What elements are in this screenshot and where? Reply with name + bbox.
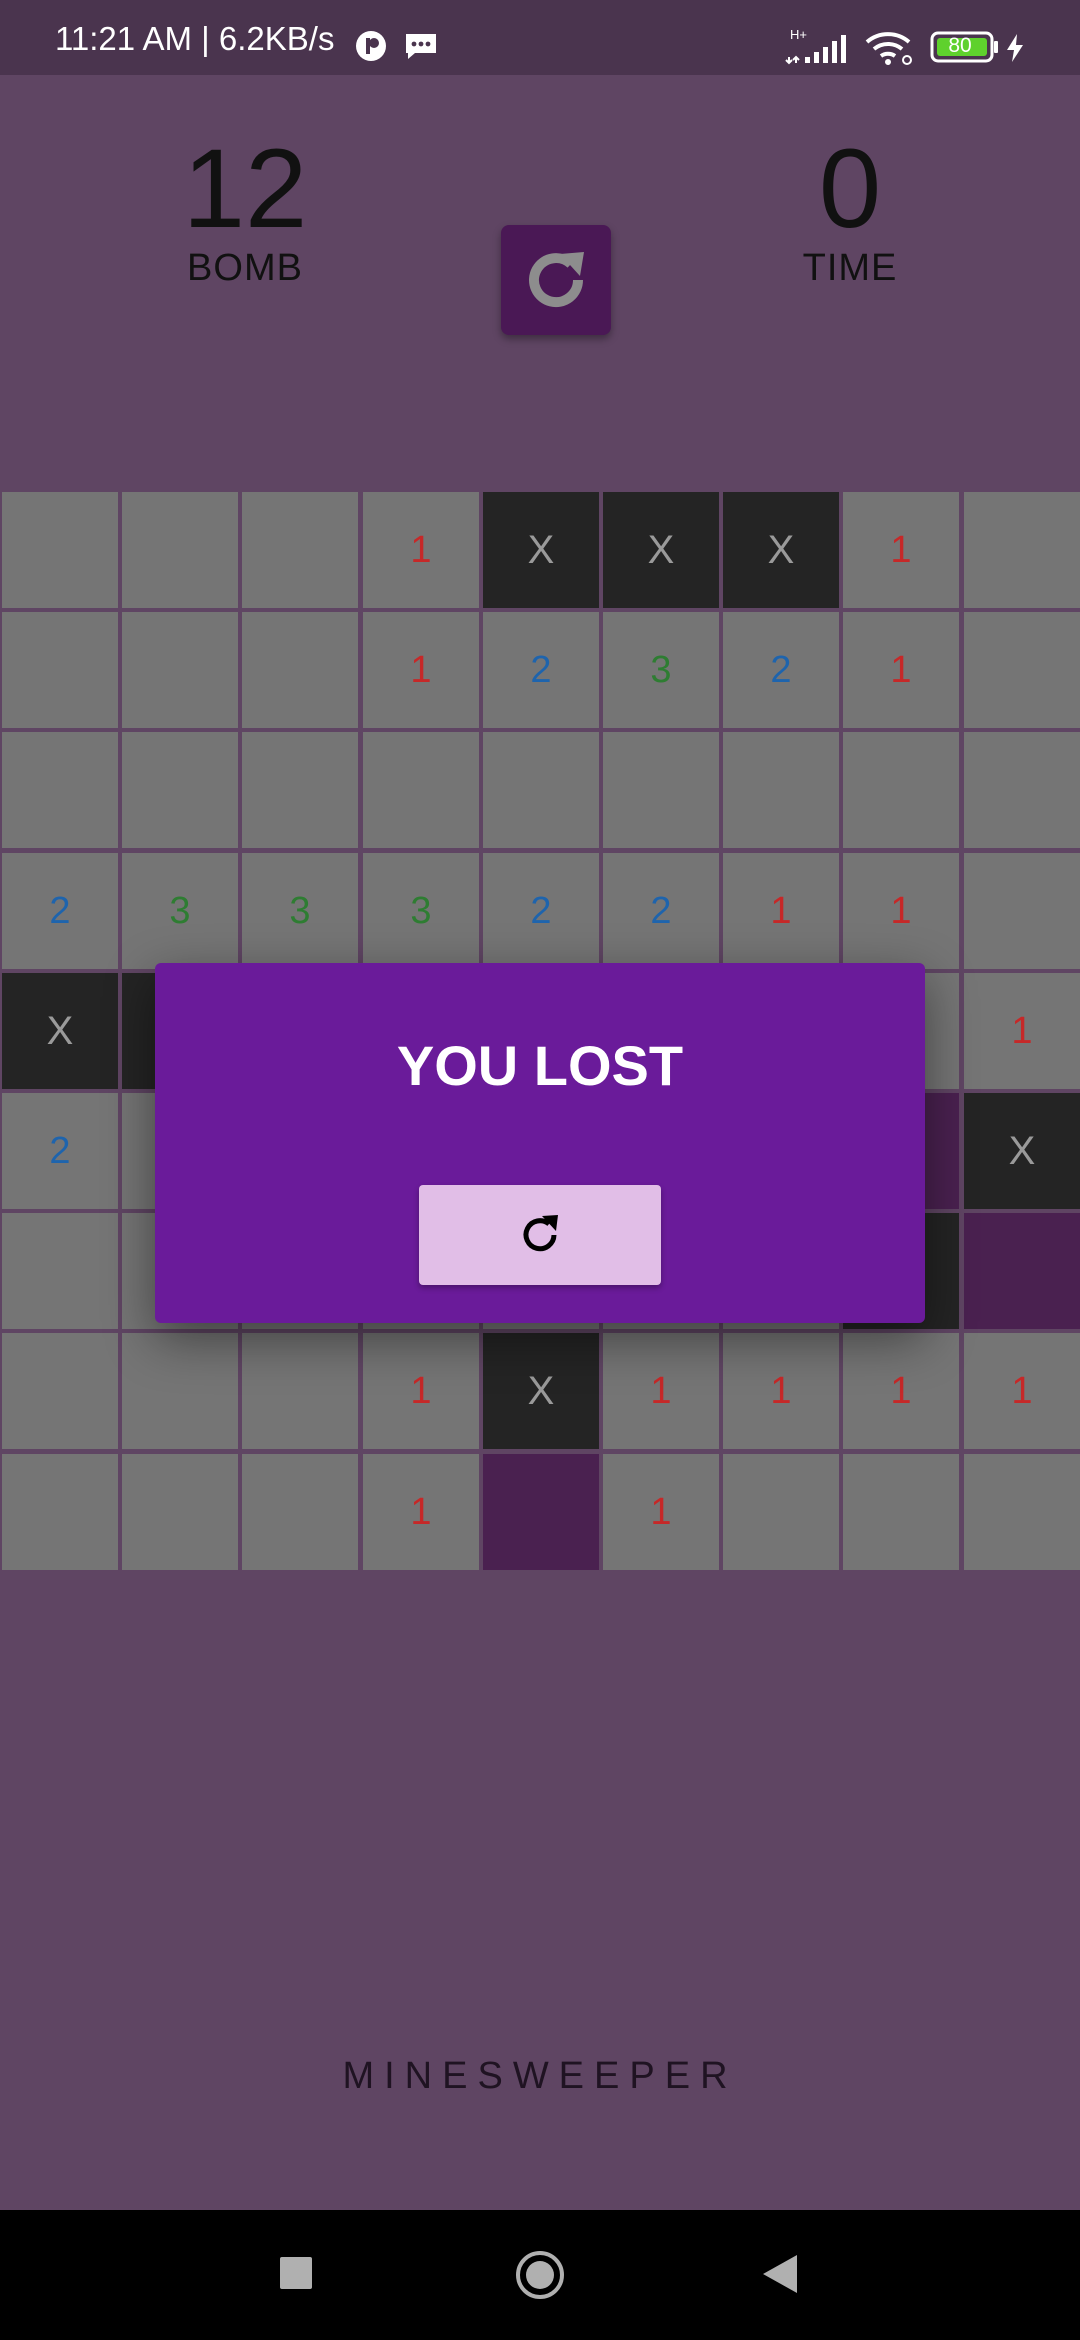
number-cell[interactable]: 1 bbox=[843, 853, 959, 969]
number-cell[interactable]: 1 bbox=[964, 973, 1080, 1089]
mine-cell[interactable]: X bbox=[603, 492, 719, 608]
empty-cell[interactable] bbox=[242, 1333, 358, 1449]
number-cell[interactable]: 3 bbox=[242, 853, 358, 969]
home-circle-icon[interactable] bbox=[515, 2250, 565, 2305]
number-cell[interactable]: 1 bbox=[363, 612, 479, 728]
empty-cell[interactable] bbox=[2, 1213, 118, 1329]
game-over-dialog: YOU LOST bbox=[155, 963, 925, 1323]
bomb-count: 12 bbox=[182, 126, 308, 251]
mine-cell[interactable]: X bbox=[2, 973, 118, 1089]
mine-cell[interactable]: X bbox=[723, 492, 839, 608]
empty-cell[interactable] bbox=[122, 1333, 238, 1449]
number-cell[interactable]: 1 bbox=[843, 1333, 959, 1449]
message-icon bbox=[403, 31, 439, 66]
status-bar: 11:21 AM | 6.2KB/s H+ 80 bbox=[0, 0, 1080, 75]
empty-cell[interactable] bbox=[122, 732, 238, 848]
empty-cell[interactable] bbox=[603, 732, 719, 848]
recents-square-icon[interactable] bbox=[280, 2257, 312, 2294]
number-cell[interactable]: 1 bbox=[363, 1333, 479, 1449]
game-header: 12 BOMB 0 TIME bbox=[0, 75, 1080, 490]
empty-cell[interactable] bbox=[964, 1454, 1080, 1570]
number-cell[interactable]: 1 bbox=[723, 853, 839, 969]
number-cell[interactable]: 2 bbox=[483, 853, 599, 969]
empty-cell[interactable] bbox=[964, 612, 1080, 728]
back-triangle-icon[interactable] bbox=[763, 2255, 797, 2298]
notification-app-icon bbox=[355, 30, 387, 67]
time-value: 0 bbox=[818, 126, 882, 251]
mine-cell[interactable]: X bbox=[483, 1333, 599, 1449]
empty-cell[interactable] bbox=[843, 1454, 959, 1570]
number-cell[interactable]: 1 bbox=[363, 492, 479, 608]
empty-cell[interactable] bbox=[2, 612, 118, 728]
empty-cell[interactable] bbox=[483, 732, 599, 848]
number-cell[interactable]: 2 bbox=[483, 612, 599, 728]
number-cell[interactable]: 3 bbox=[122, 853, 238, 969]
restart-button[interactable] bbox=[419, 1185, 661, 1285]
signal-icon bbox=[785, 33, 851, 70]
empty-cell[interactable] bbox=[122, 492, 238, 608]
empty-cell[interactable] bbox=[242, 1454, 358, 1570]
time-label: TIME bbox=[802, 247, 898, 289]
status-time-speed: 11:21 AM | 6.2KB/s bbox=[55, 20, 335, 57]
bomb-counter: 12 BOMB bbox=[95, 133, 395, 290]
refresh-icon bbox=[529, 252, 584, 308]
wifi-icon bbox=[865, 30, 915, 71]
empty-cell[interactable] bbox=[2, 492, 118, 608]
number-cell[interactable]: 2 bbox=[2, 1093, 118, 1209]
charging-icon bbox=[1005, 33, 1025, 68]
empty-cell[interactable] bbox=[964, 492, 1080, 608]
empty-cell[interactable] bbox=[122, 612, 238, 728]
flagged-cell[interactable] bbox=[964, 1213, 1080, 1329]
battery-level: 80 bbox=[948, 34, 972, 57]
flagged-cell[interactable] bbox=[483, 1454, 599, 1570]
number-cell[interactable]: 1 bbox=[603, 1454, 719, 1570]
empty-cell[interactable] bbox=[2, 1454, 118, 1570]
empty-cell[interactable] bbox=[242, 492, 358, 608]
empty-cell[interactable] bbox=[242, 732, 358, 848]
empty-cell[interactable] bbox=[2, 732, 118, 848]
number-cell[interactable]: 1 bbox=[363, 1454, 479, 1570]
number-cell[interactable]: 1 bbox=[603, 1333, 719, 1449]
bomb-label: BOMB bbox=[187, 247, 303, 289]
empty-cell[interactable] bbox=[242, 612, 358, 728]
empty-cell[interactable] bbox=[122, 1454, 238, 1570]
refresh-icon bbox=[523, 1215, 558, 1252]
empty-cell[interactable] bbox=[2, 1333, 118, 1449]
number-cell[interactable]: 2 bbox=[2, 853, 118, 969]
number-cell[interactable]: 2 bbox=[723, 612, 839, 728]
reset-button[interactable] bbox=[501, 225, 611, 335]
number-cell[interactable]: 3 bbox=[603, 612, 719, 728]
empty-cell[interactable] bbox=[723, 732, 839, 848]
empty-cell[interactable] bbox=[363, 732, 479, 848]
number-cell[interactable]: 3 bbox=[363, 853, 479, 969]
empty-cell[interactable] bbox=[964, 853, 1080, 969]
time-counter: 0 TIME bbox=[700, 133, 1000, 290]
dialog-title: YOU LOST bbox=[396, 1034, 684, 1097]
empty-cell[interactable] bbox=[964, 732, 1080, 848]
number-cell[interactable]: 1 bbox=[964, 1333, 1080, 1449]
mine-cell[interactable]: X bbox=[483, 492, 599, 608]
number-cell[interactable]: 1 bbox=[843, 492, 959, 608]
mine-cell[interactable]: X bbox=[964, 1093, 1080, 1209]
empty-cell[interactable] bbox=[843, 732, 959, 848]
app-title: MINESWEEPER bbox=[342, 2055, 738, 2097]
number-cell[interactable]: 1 bbox=[843, 612, 959, 728]
empty-cell[interactable] bbox=[723, 1454, 839, 1570]
number-cell[interactable]: 2 bbox=[603, 853, 719, 969]
navigation-bar bbox=[0, 2210, 1080, 2340]
number-cell[interactable]: 1 bbox=[723, 1333, 839, 1449]
